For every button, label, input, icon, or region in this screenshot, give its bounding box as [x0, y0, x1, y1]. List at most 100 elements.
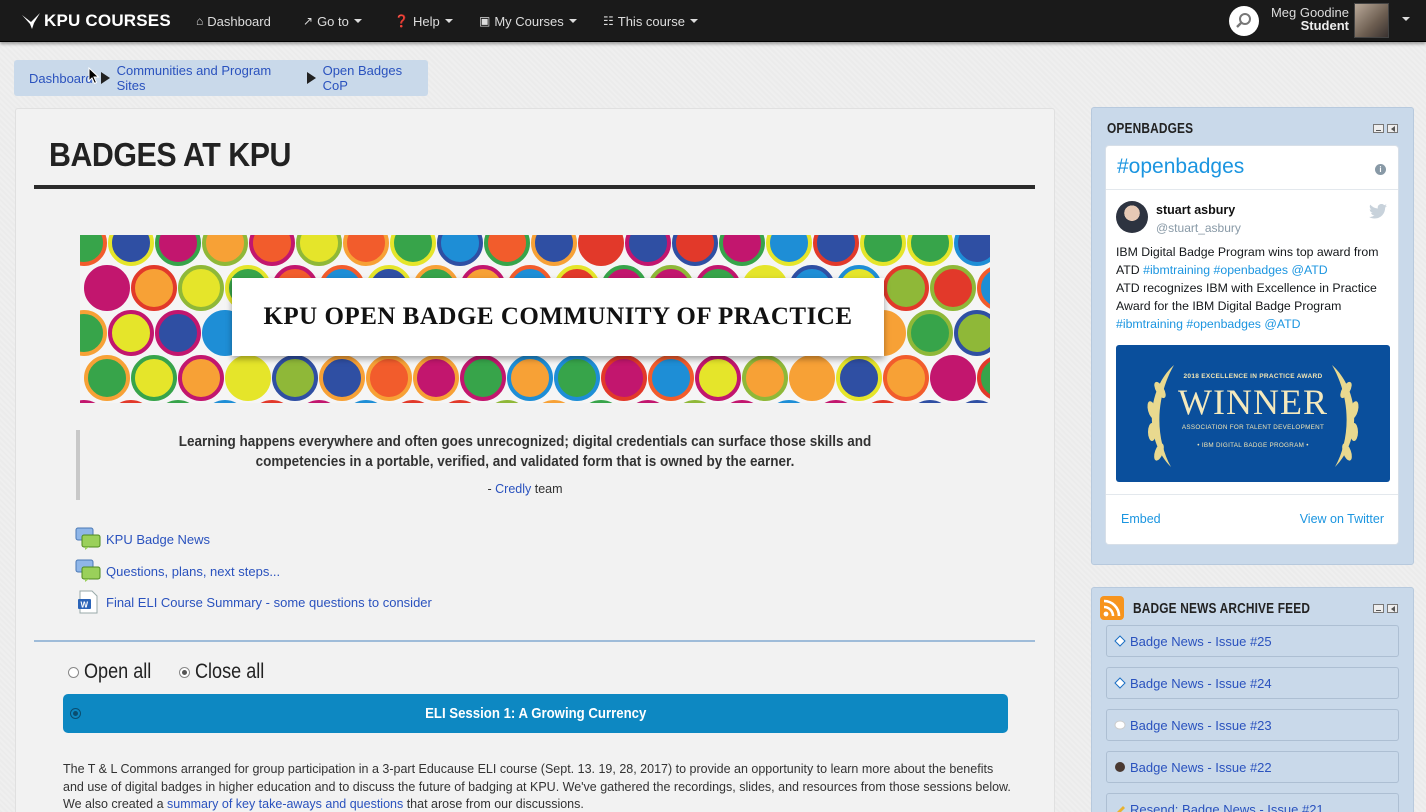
award-program: • IBM DIGITAL BADGE PROGRAM • — [1197, 442, 1309, 449]
badge-news-feed-block: BADGE NEWS ARCHIVE FEED Badge News - Iss… — [1091, 587, 1414, 812]
feed-item[interactable]: Badge News - Issue #24 — [1106, 667, 1399, 699]
feed-item[interactable]: Badge News - Issue #23 — [1106, 709, 1399, 741]
sitemap-icon: ☷ — [603, 14, 614, 28]
word-document-icon: W — [75, 590, 101, 614]
thumbnail-icon — [1113, 760, 1127, 774]
credly-link[interactable]: Credly — [495, 482, 531, 496]
open-all-radio[interactable] — [68, 666, 79, 678]
nav-goto[interactable]: ↗ Go to — [303, 0, 362, 42]
session-toggle-radio[interactable] — [70, 708, 81, 719]
nav-my-courses[interactable]: ▣ My Courses — [479, 0, 577, 42]
top-navbar: KPU COURSES ⌂ Dashboard ↗ Go to ❓ Help ▣… — [0, 0, 1426, 42]
twitter-hashtag-header[interactable]: #openbadges — [1106, 146, 1398, 190]
dock-icon[interactable] — [1387, 124, 1398, 133]
nav-label: Dashboard — [207, 13, 271, 29]
feed-item-link[interactable]: Badge News - Issue #25 — [1130, 634, 1272, 649]
tweet-line-2: ATD recognizes IBM with Excellence in Pr… — [1116, 281, 1377, 313]
caret-down-icon — [353, 19, 362, 23]
nav-label: My Courses — [494, 13, 564, 29]
award-caption: 2018 EXCELLENCE IN PRACTICE AWARD — [1183, 373, 1323, 380]
desc-text-end: that arose from our discussions. — [403, 797, 584, 811]
banner-title: KPU OPEN BADGE COMMUNITY OF PRACTICE — [232, 278, 884, 356]
activity-questions-plans[interactable]: Questions, plans, next steps... — [75, 559, 280, 583]
tweet-avatar[interactable] — [1116, 201, 1148, 233]
feed-item-link[interactable]: Badge News - Issue #23 — [1130, 718, 1272, 733]
session-description: The T & L Commons arranged for group par… — [63, 761, 1013, 812]
feed-item[interactable]: Badge News - Issue #22 — [1106, 751, 1399, 783]
nav-help[interactable]: ❓ Help — [394, 0, 453, 42]
breadcrumb-open-badges-cop[interactable]: Open Badges CoP — [323, 63, 428, 93]
section-divider — [34, 640, 1035, 642]
nav-this-course[interactable]: ☷ This course — [603, 0, 698, 42]
open-all-label[interactable]: Open all — [84, 660, 151, 684]
caret-down-icon — [444, 19, 453, 23]
title-divider — [34, 185, 1035, 189]
close-all-toggle[interactable]: Close all — [179, 660, 276, 684]
avatar[interactable] — [1354, 3, 1389, 38]
diamond-icon — [1113, 634, 1127, 648]
twitter-bird-icon[interactable] — [1369, 204, 1387, 219]
breadcrumb-dashboard[interactable]: Dashboard — [29, 71, 93, 86]
award-winner-text: WINNER — [1178, 382, 1328, 422]
feed-item[interactable]: Badge News - Issue #25 — [1106, 625, 1399, 657]
brand-text: KPU COURSES — [44, 11, 171, 30]
page-title: BADGES AT KPU — [49, 136, 291, 173]
activity-link[interactable]: Questions, plans, next steps... — [106, 564, 280, 579]
question-circle-icon: ❓ — [394, 14, 409, 28]
home-icon: ⌂ — [196, 14, 204, 28]
user-role: Student — [1300, 18, 1349, 33]
briefcase-icon: ▣ — [479, 14, 491, 28]
embed-link[interactable]: Embed — [1121, 512, 1161, 526]
section-toggles: Open all Close all — [68, 660, 276, 684]
quote-text: Learning happens everywhere and often go… — [178, 433, 872, 470]
activity-final-eli-summary[interactable]: W Final ELI Course Summary - some questi… — [75, 590, 432, 614]
search-button[interactable] — [1229, 6, 1259, 36]
session-title: ELI Session 1: A Growing Currency — [424, 705, 647, 722]
pencil-icon — [1113, 802, 1127, 812]
minimize-icon[interactable] — [1373, 124, 1384, 133]
view-on-twitter-link[interactable]: View on Twitter — [1300, 512, 1384, 526]
block-controls — [1373, 124, 1398, 133]
tweet-author-name[interactable]: stuart asbury — [1156, 203, 1235, 217]
feed-item-link[interactable]: Badge News - Issue #24 — [1130, 676, 1272, 691]
brand-logo[interactable]: KPU COURSES — [22, 9, 171, 33]
feed-item-link[interactable]: Badge News - Issue #22 — [1130, 760, 1272, 775]
quote-block: Learning happens everywhere and often go… — [76, 430, 956, 500]
nav-dashboard[interactable]: ⌂ Dashboard — [196, 0, 271, 42]
minimize-icon[interactable] — [1373, 604, 1384, 613]
breadcrumb-separator-icon — [100, 72, 110, 84]
breadcrumb-separator-icon — [306, 72, 316, 84]
open-all-toggle[interactable]: Open all — [68, 660, 162, 684]
close-all-radio[interactable] — [179, 666, 191, 678]
external-link-icon: ↗ — [303, 14, 314, 28]
breadcrumb-communities[interactable]: Communities and Program Sites — [117, 63, 299, 93]
summary-link[interactable]: summary of key take-aways and questions — [167, 797, 403, 811]
activity-link[interactable]: KPU Badge News — [106, 532, 210, 547]
twitter-widget: #openbadges i stuart asbury @stuart_asbu… — [1105, 145, 1399, 545]
user-caret-icon[interactable] — [1402, 17, 1410, 21]
breadcrumb: Dashboard Communities and Program Sites … — [14, 60, 428, 96]
tweet-text: IBM Digital Badge Program wins top award… — [1116, 243, 1392, 333]
close-all-label[interactable]: Close all — [195, 660, 264, 684]
dock-icon[interactable] — [1387, 604, 1398, 613]
info-icon[interactable]: i — [1375, 164, 1386, 175]
caret-down-icon — [568, 19, 577, 23]
tweet-hashtags-1[interactable]: #ibmtraining #openbadges @ATD — [1143, 263, 1328, 277]
activity-kpu-badge-news[interactable]: KPU Badge News — [75, 527, 210, 551]
forum-icon — [75, 527, 101, 551]
feed-item-link[interactable]: Resend: Badge News - Issue #21 — [1130, 802, 1324, 812]
tweet-award-image[interactable]: 2018 EXCELLENCE IN PRACTICE AWARD WINNER… — [1116, 345, 1390, 482]
twitter-widget-footer: Embed View on Twitter — [1106, 494, 1398, 544]
feed-item[interactable]: Resend: Badge News - Issue #21 — [1106, 793, 1399, 812]
user-menu[interactable]: Meg Goodine Student — [1271, 6, 1349, 32]
tweet-author-handle[interactable]: @stuart_asbury — [1156, 221, 1241, 235]
search-icon — [1236, 13, 1251, 28]
rss-icon — [1100, 596, 1124, 620]
activity-link[interactable]: Final ELI Course Summary - some question… — [106, 595, 432, 610]
block-title: BADGE NEWS ARCHIVE FEED — [1133, 601, 1311, 617]
diamond-icon — [1113, 676, 1127, 690]
tweet-hashtags-2[interactable]: #ibmtraining #openbadges @ATD — [1116, 317, 1301, 331]
cite-prefix: - — [487, 482, 496, 496]
session-1-header[interactable]: ELI Session 1: A Growing Currency — [63, 694, 1008, 733]
cite-suffix: team — [531, 482, 563, 496]
